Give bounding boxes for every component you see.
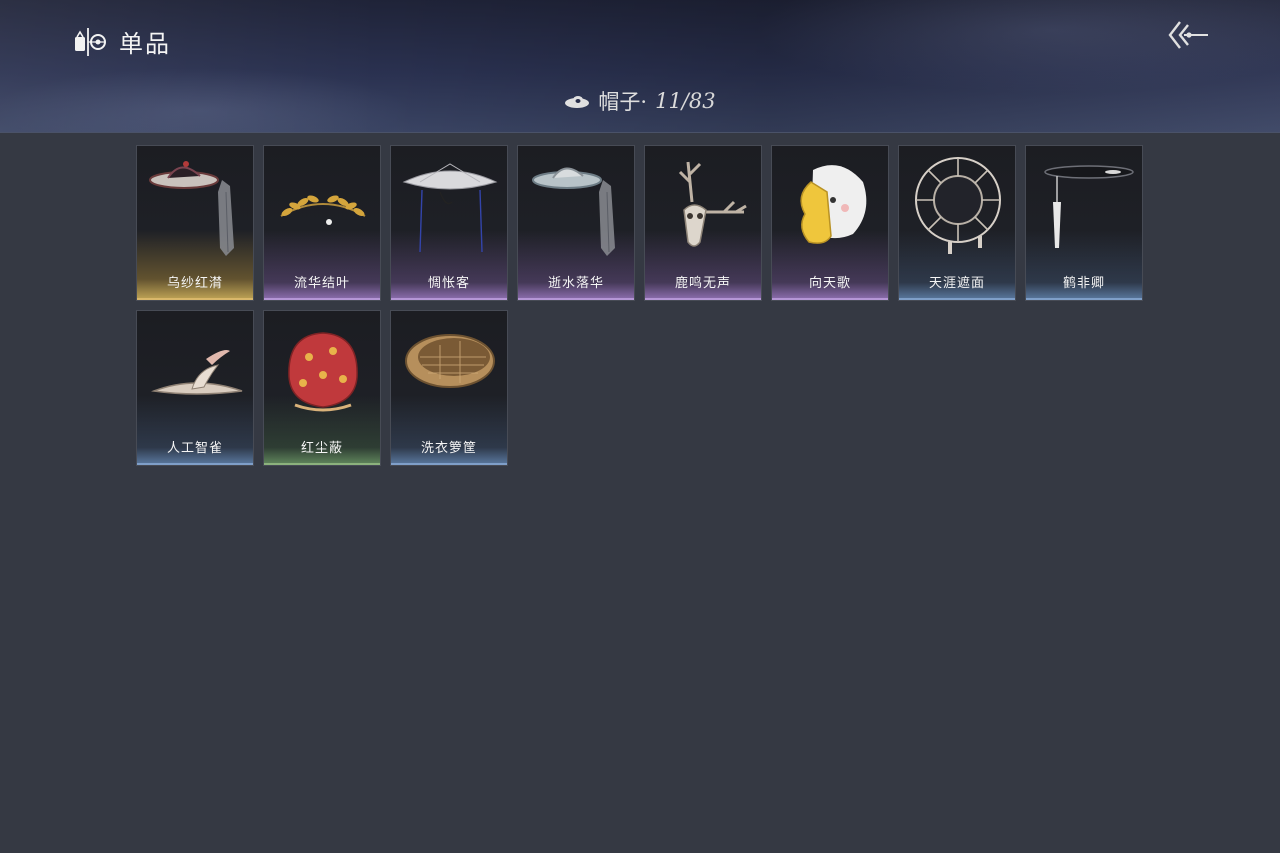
item-card[interactable]: 流华结叶 — [263, 145, 381, 301]
veiled-hat-icon — [149, 161, 234, 256]
rarity-line — [645, 298, 761, 300]
item-name: 天涯遮面 — [928, 276, 985, 291]
item-card[interactable]: 乌纱红潸 — [136, 145, 254, 301]
veiled-hat-icon — [532, 167, 615, 256]
rarity-line — [772, 298, 888, 300]
item-name: 红尘蔽 — [300, 441, 343, 456]
hat-icon — [565, 96, 590, 108]
item-card[interactable]: 鹿鸣无声 — [644, 145, 762, 301]
category-label: 帽子· — [598, 90, 648, 114]
section-title: 单品 — [119, 30, 171, 58]
rarity-line — [264, 463, 380, 465]
rarity-line — [264, 298, 380, 300]
item-card[interactable]: 红尘蔽 — [263, 310, 381, 466]
duck-hood-icon — [800, 165, 867, 244]
rattan-hat-icon — [915, 157, 1001, 254]
header-banner: 单品 帽子· 11/83 — [0, 0, 1280, 133]
rarity-line — [137, 298, 253, 300]
flat-black-hat-icon — [1044, 165, 1134, 248]
item-name: 鹤非卿 — [1062, 276, 1105, 291]
wardrobe-item-icon — [75, 28, 106, 56]
item-name: 向天歌 — [808, 276, 851, 291]
item-name: 洗衣箩筐 — [420, 441, 477, 456]
rarity-line — [391, 298, 507, 300]
item-card[interactable]: 人工智雀 — [136, 310, 254, 466]
bird-hat-icon — [151, 350, 243, 395]
laurel-wreath-icon — [280, 195, 366, 225]
category-count: 11/83 — [655, 89, 716, 113]
item-card[interactable]: 鹤非卿 — [1025, 145, 1143, 301]
basket-hat-icon — [405, 334, 495, 388]
rarity-line — [391, 463, 507, 465]
item-name: 惆怅客 — [427, 276, 470, 291]
item-grid: 乌纱红潸 流华结叶 惆怅客 逝水落华 鹿鸣无声 向天歌 天涯遮面 鹤非卿 人工智… — [136, 145, 1146, 466]
rarity-line — [518, 298, 634, 300]
item-card[interactable]: 洗衣箩筐 — [390, 310, 508, 466]
item-name: 鹿鸣无声 — [674, 276, 731, 291]
item-card[interactable]: 向天歌 — [771, 145, 889, 301]
item-name: 人工智雀 — [166, 441, 223, 456]
rarity-line — [137, 463, 253, 465]
item-name: 乌纱红潸 — [166, 276, 223, 291]
item-name: 流华结叶 — [293, 276, 350, 291]
back-arrow-icon[interactable] — [1166, 18, 1210, 52]
item-card[interactable]: 天涯遮面 — [898, 145, 1016, 301]
item-card[interactable]: 逝水落华 — [517, 145, 635, 301]
deer-skull-icon — [678, 161, 747, 247]
item-card[interactable]: 惆怅客 — [390, 145, 508, 301]
conical-hat-icon — [402, 163, 498, 253]
item-name: 逝水落华 — [547, 276, 604, 291]
rarity-line — [1026, 298, 1142, 300]
category-header: 帽子· 11/83 — [0, 86, 1280, 116]
rarity-line — [899, 298, 1015, 300]
red-hood-icon — [288, 332, 358, 412]
